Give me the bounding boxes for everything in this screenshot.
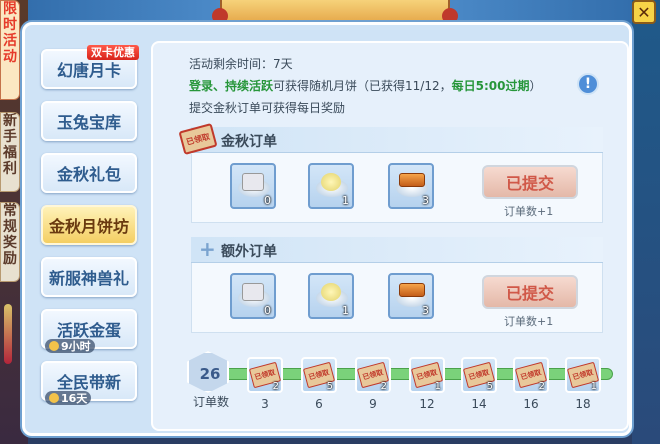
milestone-reward-6[interactable]: 已领取 5 (301, 357, 337, 393)
menu-item-active-golden-egg[interactable]: 活跃金蛋 9小时 (41, 309, 137, 353)
clock-icon (49, 341, 59, 351)
menu-item-referral[interactable]: 全民带新 16天 (41, 361, 137, 405)
right-background (632, 0, 660, 444)
milestone-reward-16[interactable]: 已领取 2 (513, 357, 549, 393)
timer-badge: 16天 (45, 391, 92, 405)
menu-item-monthly-card[interactable]: 幻唐月卡 双卡优惠 (41, 45, 139, 89)
menu-item-new-server-beast[interactable]: 新服神兽礼 (41, 257, 137, 297)
milestone-reward-9[interactable]: 已领取 2 (355, 357, 391, 393)
tassel-decoration (4, 304, 12, 364)
side-tab-newbie-benefits[interactable]: 新 手 福 利 (0, 112, 20, 192)
menu-item-autumn-pack[interactable]: 金秋礼包 (41, 153, 137, 193)
side-tab-limited-time[interactable]: 限 时 活 动 (0, 0, 20, 100)
promo-badge: 双卡优惠 (87, 45, 139, 60)
clock-icon (49, 393, 59, 403)
menu-item-mooncake-workshop[interactable]: 金秋月饼坊 (41, 205, 137, 245)
milestone-reward-3[interactable]: 已领取 2 (247, 357, 283, 393)
milestone-reward-12[interactable]: 已领取 1 (409, 357, 445, 393)
order-count-caption: 订单数 (193, 395, 230, 409)
close-button[interactable]: ✕ (632, 0, 656, 24)
order-progress: 26 订单数 已领取 2 3 已领取 5 6 已领取 2 9 已领取 1 12 已领取 5… (151, 25, 629, 435)
order-count-badge: 26 (187, 351, 229, 393)
timer-badge: 9小时 (45, 339, 95, 353)
milestone-reward-14[interactable]: 已领取 5 (461, 357, 497, 393)
milestone-reward-18[interactable]: 已领取 1 (565, 357, 601, 393)
menu-item-jade-rabbit-vault[interactable]: 玉兔宝库 (41, 101, 137, 141)
side-tab-regular-rewards[interactable]: 常 规 奖 励 (0, 202, 20, 282)
activity-panel: 幻唐月卡 双卡优惠 玉兔宝库 金秋礼包 金秋月饼坊 新服神兽礼 活跃金蛋 9小时… (22, 22, 632, 436)
